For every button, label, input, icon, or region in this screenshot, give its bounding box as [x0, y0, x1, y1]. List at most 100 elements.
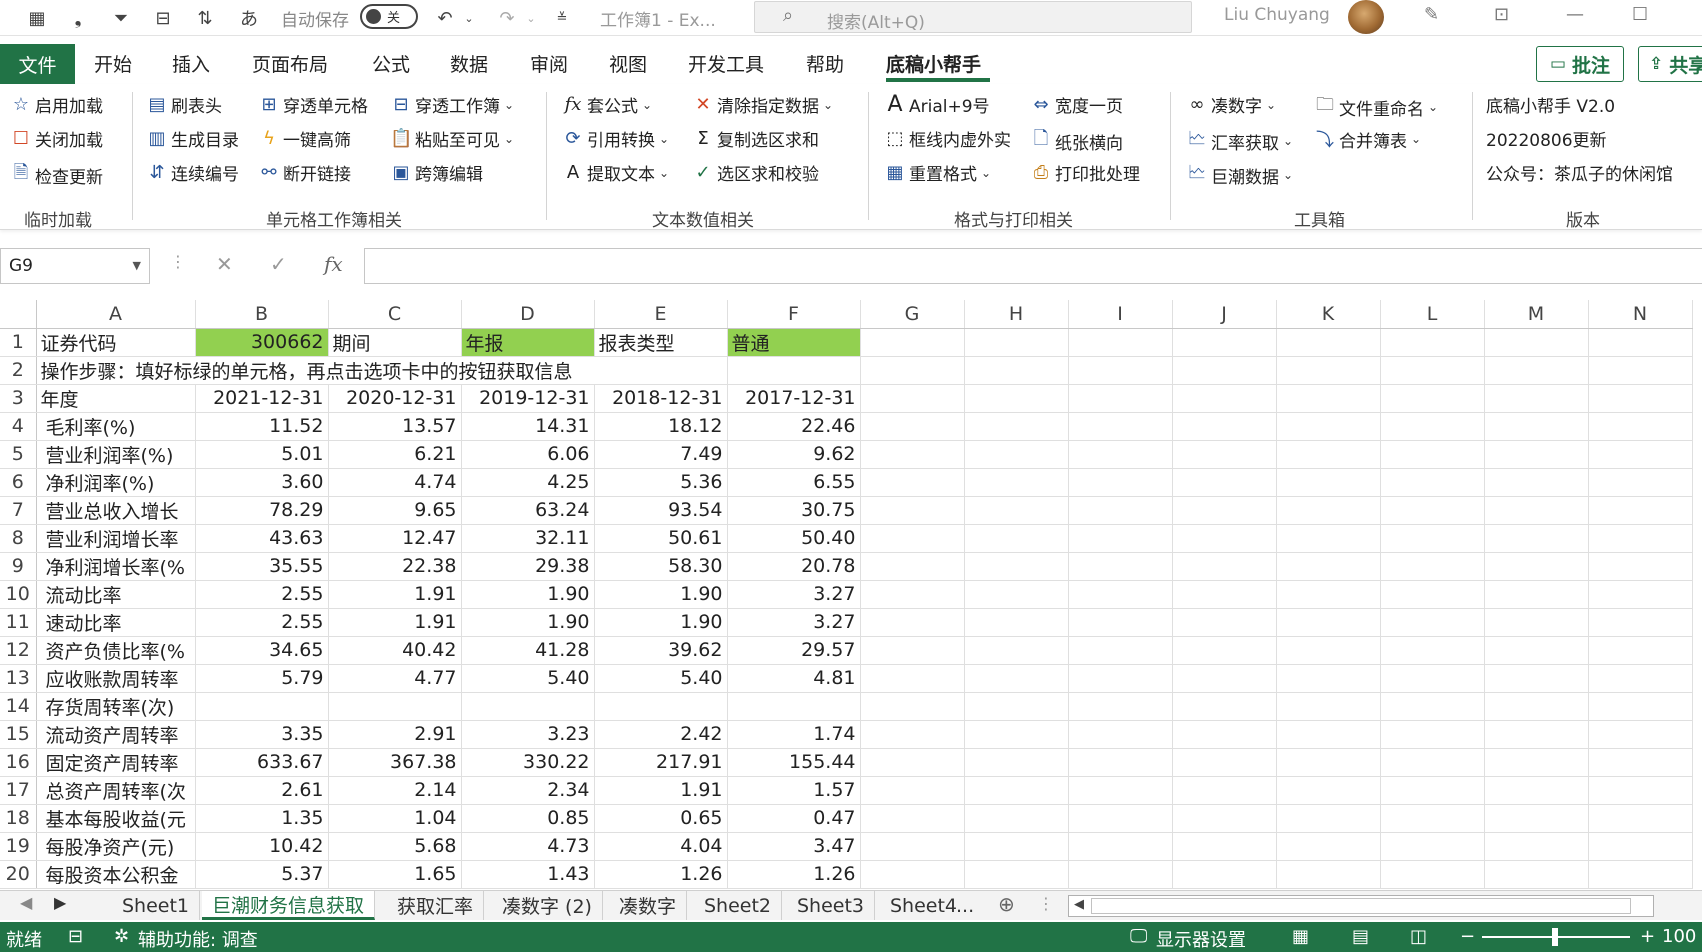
one-key-filter-button[interactable]: ϟ 一键高筛 [258, 126, 351, 151]
row-header[interactable]: 17 [0, 775, 37, 805]
empty-cell[interactable] [963, 411, 1069, 441]
empty-cell[interactable] [1379, 719, 1485, 749]
empty-cell[interactable] [1171, 383, 1277, 413]
more-options-icon[interactable]: ⋮ [170, 252, 186, 271]
empty-cell[interactable] [1379, 467, 1485, 497]
sum-check-button[interactable]: ✓ 选区求和校验 [692, 160, 819, 185]
fx-rate-button[interactable]: 🗠 汇率获取 ⌄ [1186, 126, 1293, 156]
value-cell[interactable]: 1.74 [726, 719, 861, 749]
sheet-tab-sheet4[interactable]: Sheet4 [880, 891, 967, 920]
format-painter-icon[interactable]: ❟ [68, 4, 88, 32]
column-header[interactable]: I [1067, 300, 1173, 329]
maximize-icon[interactable]: ☐ [1632, 4, 1648, 25]
empty-cell[interactable] [1483, 859, 1589, 889]
metric-label-cell[interactable]: 流动资产周转率 [35, 719, 196, 749]
empty-cell[interactable] [963, 579, 1069, 609]
empty-cell[interactable] [859, 383, 965, 413]
column-header[interactable]: C [327, 300, 462, 329]
value-cell[interactable] [593, 691, 728, 721]
scroll-tabs-left-icon[interactable]: ◀ [20, 893, 32, 912]
value-cell[interactable] [460, 691, 595, 721]
metric-label-cell[interactable]: 毛利率(%) [35, 411, 196, 441]
empty-cell[interactable] [1587, 579, 1693, 609]
undo-dropdown-icon[interactable]: ⌄ [462, 4, 476, 32]
normal-view-icon[interactable]: ▦ [1292, 926, 1309, 947]
empty-cell[interactable] [963, 747, 1069, 777]
empty-cell[interactable] [1483, 579, 1589, 609]
empty-cell[interactable] [1379, 411, 1485, 441]
value-cell[interactable]: 1.90 [460, 607, 595, 637]
column-header[interactable]: F [726, 300, 861, 329]
value-cell[interactable]: 633.67 [194, 747, 329, 777]
column-header[interactable]: K [1275, 300, 1381, 329]
tab-home[interactable]: 开始 [94, 50, 132, 77]
column-header[interactable]: J [1171, 300, 1277, 329]
empty-cell[interactable] [1171, 579, 1277, 609]
clear-data-button[interactable]: ✕ 清除指定数据 ⌄ [692, 92, 833, 117]
empty-cell[interactable] [963, 327, 1069, 357]
empty-cell[interactable] [963, 691, 1069, 721]
row-header[interactable]: 18 [0, 803, 37, 833]
empty-cell[interactable] [963, 663, 1069, 693]
empty-cell[interactable] [1171, 523, 1277, 553]
row-header[interactable]: 7 [0, 495, 37, 525]
empty-cell[interactable] [1171, 411, 1277, 441]
value-cell[interactable]: 29.57 [726, 635, 861, 665]
empty-cell[interactable] [859, 859, 965, 889]
tab-digao-helper[interactable]: 底稿小帮手 [886, 50, 981, 77]
value-cell[interactable]: 22.46 [726, 411, 861, 441]
empty-cell[interactable] [1483, 523, 1589, 553]
cninfo-data-button[interactable]: 🗠 巨潮数据 ⌄ [1186, 160, 1293, 190]
value-cell[interactable]: 20.78 [726, 551, 861, 581]
empty-cell[interactable] [1483, 495, 1589, 525]
value-cell[interactable]: 3.35 [194, 719, 329, 749]
cross-edit-button[interactable]: ▣ 跨簿编辑 [390, 160, 483, 185]
tab-developer[interactable]: 开发工具 [688, 50, 764, 77]
value-cell[interactable]: 7.49 [593, 439, 728, 469]
empty-cell[interactable] [1587, 383, 1693, 413]
empty-cell[interactable] [1483, 663, 1589, 693]
value-cell[interactable]: 0.85 [460, 803, 595, 833]
value-cell[interactable]: 1.43 [460, 859, 595, 889]
arial-9-button[interactable]: A Arial+9号 [884, 92, 989, 117]
row-header[interactable]: 6 [0, 467, 37, 497]
empty-cell[interactable] [1067, 803, 1173, 833]
metric-label-cell[interactable]: 每股净资产(元) [35, 831, 196, 861]
insert-function-icon[interactable]: fx [324, 252, 343, 276]
value-cell[interactable]: 2.42 [593, 719, 728, 749]
empty-cell[interactable] [963, 859, 1069, 889]
empty-cell[interactable] [1483, 327, 1589, 357]
value-cell[interactable]: 50.40 [726, 523, 861, 553]
empty-cell[interactable] [1587, 747, 1693, 777]
column-header[interactable]: M [1483, 300, 1589, 329]
empty-cell[interactable] [1171, 719, 1277, 749]
empty-cell[interactable] [1067, 327, 1173, 357]
empty-cell[interactable] [859, 551, 965, 581]
empty-cell[interactable] [1275, 327, 1381, 357]
pen-icon[interactable]: ✎ [1424, 4, 1439, 25]
empty-cell[interactable] [1483, 635, 1589, 665]
empty-cell[interactable] [1587, 635, 1693, 665]
year-cell[interactable]: 2021-12-31 [194, 383, 329, 413]
scrollbar-thumb[interactable] [1091, 898, 1631, 914]
row-header[interactable]: 3 [0, 383, 37, 413]
empty-cell[interactable] [859, 355, 965, 385]
value-cell[interactable]: 2.61 [194, 775, 329, 805]
sheet-tab-fx-rate[interactable]: 获取汇率 [387, 891, 485, 920]
empty-cell[interactable] [859, 439, 965, 469]
empty-cell[interactable] [1379, 495, 1485, 525]
empty-cell[interactable] [859, 719, 965, 749]
empty-cell[interactable] [1171, 495, 1277, 525]
value-cell[interactable]: 9.62 [726, 439, 861, 469]
undo-icon[interactable]: ↶ [432, 4, 458, 32]
empty-cell[interactable] [1067, 831, 1173, 861]
metric-label-cell[interactable]: 净利润增长率(% [35, 551, 196, 581]
empty-cell[interactable] [1067, 663, 1173, 693]
empty-cell[interactable] [1171, 747, 1277, 777]
empty-cell[interactable] [859, 691, 965, 721]
value-cell[interactable]: 0.47 [726, 803, 861, 833]
metric-label-cell[interactable]: 营业利润率(%) [35, 439, 196, 469]
value-cell[interactable]: 30.75 [726, 495, 861, 525]
value-cell[interactable]: 1.35 [194, 803, 329, 833]
copy-sum-button[interactable]: Σ 复制选区求和 [692, 126, 819, 151]
